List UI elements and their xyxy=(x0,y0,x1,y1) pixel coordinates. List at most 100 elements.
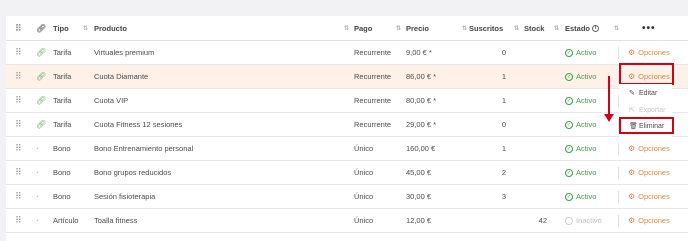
table-row[interactable]: ⠿ · Bono Bono Entrenamiento personal Úni… xyxy=(6,137,688,161)
cell-producto: Virtuales premium xyxy=(94,48,155,57)
check-circle-icon: ✓ xyxy=(565,192,573,201)
cell-precio: 29,00 € * xyxy=(406,120,437,129)
sort-estado-icon[interactable]: ⇅ xyxy=(614,16,619,40)
menu-item-editar[interactable]: ✎ Editar xyxy=(619,86,672,100)
link-icon[interactable]: 🔗︎ xyxy=(36,41,46,64)
check-circle-icon: ✓ xyxy=(565,120,573,129)
info-icon[interactable]: i xyxy=(592,24,600,32)
drag-handle-icon[interactable]: ⠿ xyxy=(15,185,22,208)
link-icon[interactable]: 🔗︎ xyxy=(36,89,46,112)
cell-tipo: Tarifa xyxy=(53,96,72,105)
no-link-icon[interactable]: · xyxy=(36,137,39,160)
circle-icon xyxy=(565,216,573,225)
col-producto[interactable]: Producto xyxy=(94,16,127,40)
table-row[interactable]: ⠿ 🔗︎ Tarifa Cuota Fitness 12 sesiones Re… xyxy=(6,113,688,137)
cell-tipo: Bono xyxy=(53,168,71,177)
status-active: ✓ Activo xyxy=(565,96,596,105)
table-row[interactable]: ⠿ · Bono Bono grupos reducidos Único 45,… xyxy=(6,161,688,185)
col-estado-label: Estado xyxy=(565,23,591,33)
options-label: Opciones xyxy=(638,144,670,153)
cell-producto: Cuota VIP xyxy=(94,96,129,105)
cell-stock xyxy=(521,161,547,184)
drag-handle-icon[interactable]: ⠿ xyxy=(15,41,22,64)
cell-stock xyxy=(521,137,547,160)
top-band xyxy=(0,0,688,8)
cell-precio: 9,00 € * xyxy=(406,48,432,57)
cell-precio: 30,00 € xyxy=(406,192,432,201)
col-suscritos[interactable]: Suscritos xyxy=(469,16,503,40)
col-precio-label: Precio xyxy=(406,23,429,33)
highlight-box-options xyxy=(619,63,674,85)
status-active: ✓ Activo xyxy=(565,120,596,129)
options-button[interactable]: ⚙Opciones xyxy=(628,161,670,184)
status-badge: Inactivo xyxy=(565,209,602,232)
sort-stock-icon[interactable]: ⇅ xyxy=(554,16,559,40)
cell-tipo: Bono xyxy=(53,192,71,201)
check-circle-icon: ✓ xyxy=(565,144,573,153)
cell-precio: 12,00 € xyxy=(406,216,432,225)
sort-pago-icon[interactable]: ⇅ xyxy=(396,16,401,40)
status-label: Activo xyxy=(576,144,597,153)
cell-tipo: Tarifa xyxy=(53,48,72,57)
options-button[interactable]: ⚙Opciones xyxy=(628,209,670,232)
options-button[interactable]: ⚙Opciones xyxy=(628,41,670,64)
table-row[interactable]: ⠿ · Artículo Toalla fitness Único 12,00 … xyxy=(6,209,688,233)
gear-icon: ⚙ xyxy=(628,216,636,225)
col-estado[interactable]: Estado i xyxy=(565,16,600,40)
column-divider xyxy=(618,143,619,155)
sort-precio-icon[interactable]: ⇅ xyxy=(462,16,467,40)
cell-producto: Bono grupos reducidos xyxy=(94,168,172,177)
cell-stock xyxy=(521,89,547,112)
link-icon[interactable]: 🔗︎ xyxy=(36,113,46,136)
cell-stock xyxy=(521,65,547,88)
col-tipo-label: Tipo xyxy=(53,23,69,33)
sort-producto-icon[interactable]: ⇅ xyxy=(344,16,349,40)
drag-handle-icon[interactable]: ⠿ xyxy=(15,161,22,184)
gear-icon: ⚙ xyxy=(628,168,636,177)
no-link-icon[interactable]: · xyxy=(36,185,39,208)
col-pago[interactable]: Pago xyxy=(354,16,372,40)
col-stock[interactable]: Stock xyxy=(524,16,544,40)
status-badge: ✓ Activo xyxy=(565,113,596,136)
cell-tipo: Artículo xyxy=(53,216,79,225)
options-label: Opciones xyxy=(638,48,670,57)
link-icon[interactable]: 🔗︎ xyxy=(36,65,46,88)
gear-icon: ⚙ xyxy=(628,144,636,153)
drag-handle-icon[interactable]: ⠿ xyxy=(15,65,22,88)
cell-precio: 45,00 € xyxy=(406,168,432,177)
drag-handle-icon[interactable]: ⠿ xyxy=(15,209,22,232)
cell-pago: Único xyxy=(354,168,374,177)
export-icon: ⇱ xyxy=(629,107,635,114)
cell-precio: 80,00 € * xyxy=(406,96,437,105)
menu-item-exportar-label: Exportar xyxy=(639,106,666,114)
status-badge: ✓ Activo xyxy=(565,41,596,64)
sort-tipo-icon[interactable]: ⇅ xyxy=(83,16,88,40)
cell-pago: Recurrente xyxy=(354,72,392,81)
cell-stock xyxy=(521,41,547,64)
drag-handle-icon[interactable]: ⠿ xyxy=(15,137,22,160)
check-circle-icon: ✓ xyxy=(565,72,573,81)
cell-pago: Único xyxy=(354,192,374,201)
col-precio[interactable]: Precio xyxy=(406,16,429,40)
col-tipo[interactable]: Tipo xyxy=(53,16,69,40)
table-row[interactable]: ⠿ 🔗︎ Tarifa Cuota Diamante Recurrente 86… xyxy=(6,65,688,89)
table-row[interactable]: ⠿ 🔗︎ Tarifa Cuota VIP Recurrente 80,00 €… xyxy=(6,89,688,113)
sort-suscritos-icon[interactable]: ⇅ xyxy=(514,16,519,40)
drag-handle-icon[interactable]: ⠿ xyxy=(15,89,22,112)
cell-precio: 160,00 € xyxy=(406,144,436,153)
table-row[interactable]: ⠿ · Bono Sesión fisioterapia Único 30,00… xyxy=(6,185,688,209)
options-button[interactable]: ⚙Opciones xyxy=(628,137,670,160)
options-button[interactable]: ⚙Opciones xyxy=(628,185,670,208)
status-badge: ✓ Activo xyxy=(565,137,596,160)
cell-pago: Recurrente xyxy=(354,48,392,57)
status-active: ✓ Activo xyxy=(565,48,596,57)
menu-item-exportar[interactable]: ⇱ Exportar xyxy=(619,103,672,117)
status-active: ✓ Activo xyxy=(565,192,596,201)
table-row[interactable]: ⠿ 🔗︎ Tarifa Virtuales premium Recurrente… xyxy=(6,41,688,65)
drag-handle-icon[interactable]: ⠿ xyxy=(15,113,22,136)
annotation-arrow-head xyxy=(604,114,614,122)
options-label: Opciones xyxy=(638,192,670,201)
no-link-icon[interactable]: · xyxy=(36,161,39,184)
column-menu-button[interactable]: ••• xyxy=(642,16,656,40)
no-link-icon[interactable]: · xyxy=(36,209,39,232)
